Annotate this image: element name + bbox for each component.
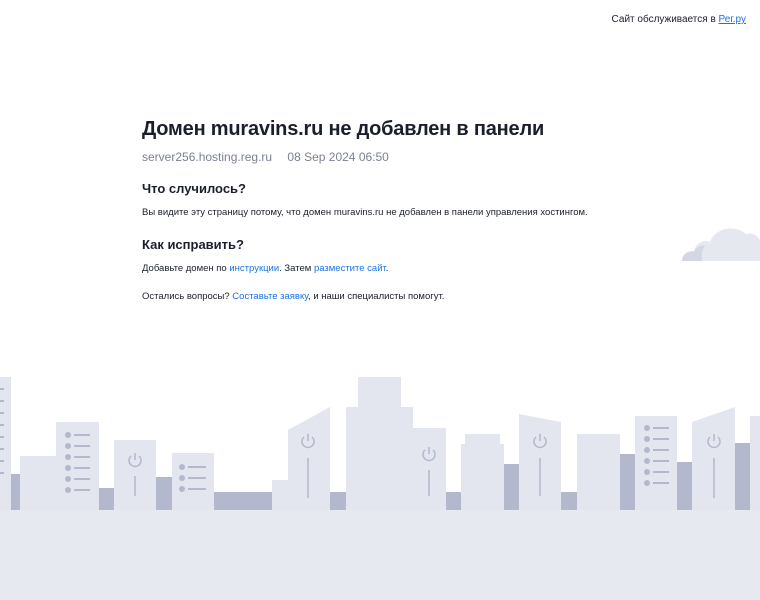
page-title: Домен muravins.ru не добавлен в панели: [142, 118, 545, 140]
building: [20, 456, 56, 510]
what-happened-text: Вы видите эту страницу потому, что домен…: [142, 207, 588, 218]
how-to-fix-suffix: .: [385, 263, 389, 274]
questions-suffix: , и наши специалисты помогут.: [308, 291, 445, 302]
building-dark: [620, 454, 635, 510]
how-to-fix-text: Добавьте домен по инструкции. Затем разм…: [142, 262, 662, 276]
questions-text: Остались вопросы? Составьте заявку, и на…: [142, 290, 662, 304]
how-to-fix-heading: Как исправить?: [142, 237, 244, 252]
building: [346, 407, 358, 510]
building-dark: [504, 464, 519, 510]
building: [635, 416, 677, 510]
instructions-link[interactable]: инструкции: [229, 263, 279, 274]
building: [288, 407, 330, 510]
how-to-fix-middle: . Затем: [279, 263, 312, 274]
building-dark: [677, 462, 692, 510]
city-illustration: [0, 377, 760, 600]
main-content: Домен muravins.ru не добавлен в панели s…: [142, 116, 662, 304]
building: [413, 428, 446, 510]
place-site-link[interactable]: разместите сайт: [314, 263, 386, 274]
building: [272, 480, 288, 510]
create-ticket-link[interactable]: Составьте заявку: [232, 291, 308, 302]
timestamp: 08 Sep 2024 06:50: [287, 150, 389, 164]
building-dark: [330, 492, 346, 510]
ground: [0, 510, 760, 600]
building: [401, 407, 413, 510]
how-to-fix-prefix: Добавьте домен по: [142, 263, 227, 274]
building-dark: [214, 492, 272, 510]
hosting-notice: Сайт обслуживается в Рег.ру: [612, 14, 746, 25]
what-happened-heading: Что случилось?: [142, 181, 246, 196]
building: [172, 453, 214, 510]
building-dark: [156, 477, 172, 510]
building-dark: [735, 443, 750, 510]
building: [750, 416, 760, 510]
building: [461, 444, 504, 510]
cloud-icon: [682, 228, 760, 261]
server-name: server256.hosting.reg.ru: [142, 150, 273, 164]
building-dark: [561, 492, 577, 510]
building-dark: [99, 488, 114, 510]
server-meta: server256.hosting.reg.ru 08 Sep 2024 06:…: [142, 150, 662, 164]
regru-link[interactable]: Рег.ру: [719, 14, 746, 25]
building-dark: [446, 492, 461, 510]
questions-prefix: Остались вопросы?: [142, 291, 230, 302]
building: [465, 434, 500, 446]
building: [577, 434, 620, 510]
building: [114, 440, 156, 510]
building-dark: [11, 474, 20, 510]
building: [358, 377, 401, 510]
hosting-notice-text: Сайт обслуживается в: [611, 14, 716, 25]
building: [0, 377, 11, 510]
